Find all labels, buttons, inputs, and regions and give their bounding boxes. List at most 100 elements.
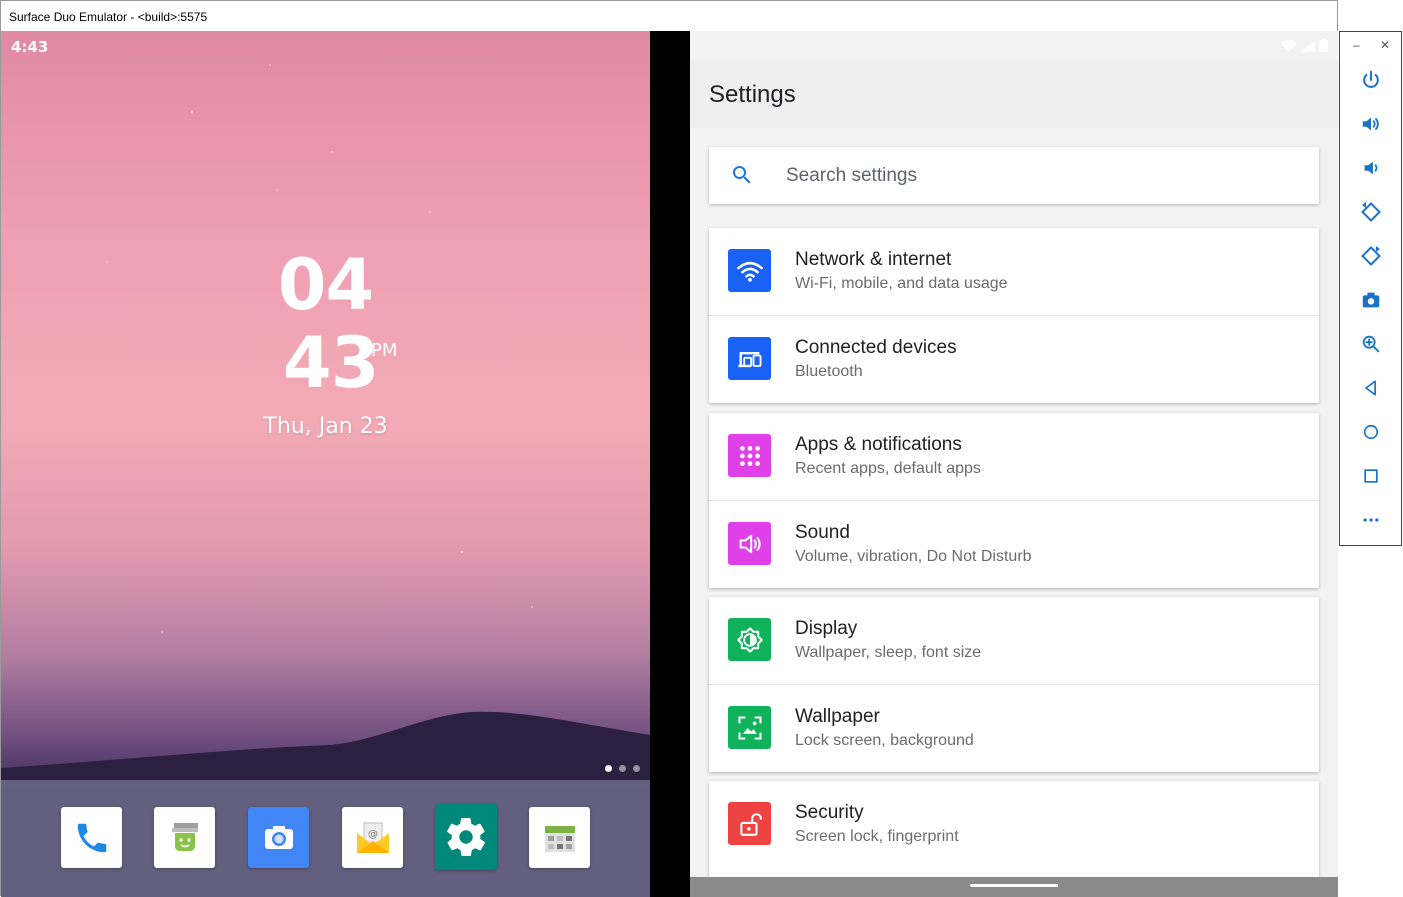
search-settings-bar[interactable]: Search settings	[709, 147, 1319, 204]
page-dot	[619, 765, 626, 772]
page-dot	[605, 765, 612, 772]
settings-item-subtitle: Recent apps, default apps	[795, 460, 981, 477]
home-gesture-handle[interactable]	[970, 884, 1058, 887]
dock-settings-app[interactable]	[435, 804, 497, 870]
settings-item-title: Connected devices	[795, 337, 957, 358]
minimize-icon[interactable]: –	[1353, 38, 1360, 52]
search-input[interactable]: Search settings	[786, 165, 917, 187]
wallpaper-star	[531, 606, 533, 608]
device-hinge	[650, 31, 690, 897]
power-icon	[1363, 70, 1379, 88]
settings-group-connectivity: Network & internet Wi-Fi, mobile, and da…	[709, 228, 1319, 403]
window-title: Surface Duo Emulator - <build>:5575	[1, 1, 1337, 31]
wifi-icon	[736, 261, 763, 282]
settings-toolbar: Settings	[690, 60, 1338, 128]
wallpaper-star	[191, 111, 193, 113]
settings-item-subtitle: Wallpaper, sleep, font size	[795, 644, 982, 661]
devices-icon	[737, 351, 761, 367]
settings-item-apps[interactable]: Apps & notifications Recent apps, defaul…	[709, 413, 1319, 500]
apps-grid-icon	[739, 445, 760, 466]
settings-group-display: Display Wallpaper, sleep, font size Wall…	[709, 597, 1319, 772]
settings-item-subtitle: Lock screen, background	[795, 732, 974, 749]
right-screen-settings: Settings Search settings Network & inter…	[690, 31, 1338, 897]
settings-item-subtitle: Bluetooth	[795, 363, 863, 380]
settings-item-wallpaper[interactable]: Wallpaper Lock screen, background	[709, 684, 1319, 771]
volume-down-button[interactable]	[1358, 155, 1384, 181]
settings-item-connected-devices[interactable]: Connected devices Bluetooth	[709, 315, 1319, 402]
settings-item-subtitle: Wi-Fi, mobile, and data usage	[795, 275, 1008, 292]
settings-item-display[interactable]: Display Wallpaper, sleep, font size	[709, 597, 1319, 684]
page-indicator	[605, 765, 640, 772]
more-button[interactable]	[1358, 507, 1384, 533]
back-icon	[1365, 380, 1376, 396]
cell-signal-icon	[1301, 39, 1315, 52]
more-icon	[1363, 518, 1379, 522]
wallpaper-icon	[737, 715, 762, 740]
dock-phone-app[interactable]	[61, 807, 122, 868]
dock-email-app[interactable]: @	[342, 807, 403, 868]
close-icon[interactable]: ✕	[1380, 38, 1390, 52]
lock-open-icon	[739, 812, 762, 836]
zoom-icon	[1362, 335, 1380, 353]
android-message-icon	[171, 822, 198, 851]
volume-up-button[interactable]	[1358, 111, 1384, 137]
settings-item-security[interactable]: Security Screen lock, fingerprint	[709, 781, 1319, 868]
power-button[interactable]	[1358, 67, 1384, 93]
settings-item-title: Sound	[795, 522, 850, 543]
clock-date[interactable]: Thu, Jan 23	[1, 414, 650, 439]
wallpaper-star	[461, 551, 463, 553]
emulator-window: Surface Duo Emulator - <build>:5575 4:43…	[0, 0, 1338, 897]
overview-button[interactable]	[1358, 463, 1384, 489]
page-title: Settings	[709, 81, 796, 108]
svg-text:@: @	[368, 829, 378, 840]
settings-item-sound[interactable]: Sound Volume, vibration, Do Not Disturb	[709, 500, 1319, 587]
rotate-left-button[interactable]	[1358, 199, 1384, 225]
calendar-icon	[544, 825, 575, 852]
wallpaper-star	[161, 631, 163, 633]
settings-item-title: Display	[795, 618, 858, 639]
speaker-icon	[739, 534, 761, 553]
camera-icon	[1362, 292, 1380, 308]
brightness-icon	[736, 626, 763, 653]
camera-icon	[264, 825, 293, 849]
page-dot	[633, 765, 640, 772]
zoom-button[interactable]	[1358, 331, 1384, 357]
rotate-left-icon	[1361, 202, 1381, 222]
wallpaper-mountains	[1, 711, 650, 780]
battery-icon	[1319, 39, 1328, 52]
settings-item-network[interactable]: Network & internet Wi-Fi, mobile, and da…	[709, 228, 1319, 315]
clock-minute: 43	[283, 322, 379, 404]
wifi-signal-icon	[1281, 39, 1297, 52]
status-bar-time: 4:43	[11, 38, 49, 56]
screenshot-button[interactable]	[1358, 287, 1384, 313]
settings-item-subtitle: Volume, vibration, Do Not Disturb	[795, 548, 1032, 565]
clock-ampm: PM	[371, 340, 398, 361]
clock-minute-wrap[interactable]: 43 PM	[283, 322, 397, 421]
right-status-bar	[690, 31, 1338, 60]
settings-item-title: Security	[795, 802, 864, 823]
dock-calendar-app[interactable]	[529, 807, 590, 868]
wallpaper-star	[276, 189, 278, 191]
phone-icon	[77, 823, 106, 852]
search-icon	[733, 166, 751, 184]
settings-group-apps-sound: Apps & notifications Recent apps, defaul…	[709, 413, 1319, 588]
rotate-right-button[interactable]	[1358, 243, 1384, 269]
home-button[interactable]	[1358, 419, 1384, 445]
settings-item-title: Apps & notifications	[795, 434, 962, 455]
back-button[interactable]	[1358, 375, 1384, 401]
volume-up-icon	[1362, 117, 1379, 131]
app-dock: @	[1, 780, 650, 897]
wallpaper-star	[429, 211, 431, 213]
email-icon: @	[356, 822, 389, 853]
gesture-nav-bar[interactable]	[690, 877, 1338, 897]
home-icon	[1363, 424, 1379, 440]
dock-messaging-app[interactable]	[154, 807, 215, 868]
gear-icon	[447, 818, 485, 856]
left-screen-home[interactable]: 4:43 04 43 PM Thu, Jan 23 @	[1, 31, 650, 897]
overview-icon	[1364, 469, 1378, 483]
settings-item-subtitle: Screen lock, fingerprint	[795, 828, 959, 845]
dock-camera-app[interactable]	[248, 807, 309, 868]
emulator-toolbar: – ✕	[1339, 31, 1402, 546]
clock-hour[interactable]: 04	[1, 247, 650, 323]
wallpaper-star	[331, 151, 333, 153]
